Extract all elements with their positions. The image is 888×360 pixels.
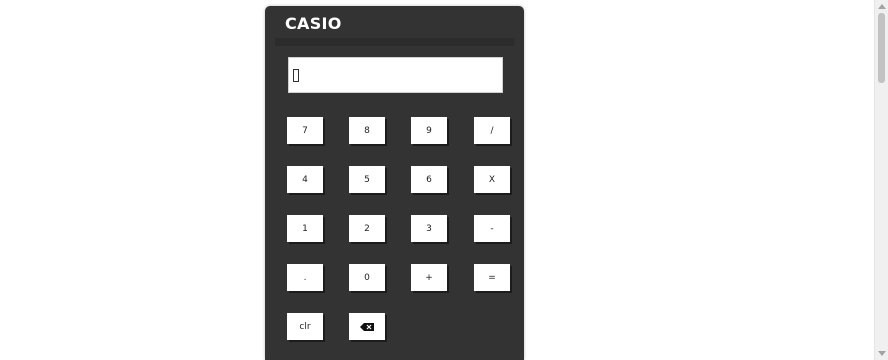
backspace-button[interactable] xyxy=(349,313,385,340)
clear-button[interactable]: clr xyxy=(287,313,323,340)
key-0[interactable]: 0 xyxy=(349,264,385,291)
key-7[interactable]: 7 xyxy=(287,117,323,144)
key-6[interactable]: 6 xyxy=(411,166,447,193)
page: CASIO 7 8 9 / 4 5 6 X 1 2 3 - . 0 + = cl… xyxy=(0,0,888,360)
vertical-scrollbar[interactable] xyxy=(874,0,888,360)
brand-strip xyxy=(275,38,514,46)
key-divide[interactable]: / xyxy=(474,117,510,144)
key-9[interactable]: 9 xyxy=(411,117,447,144)
key-4[interactable]: 4 xyxy=(287,166,323,193)
backspace-icon xyxy=(360,322,374,331)
key-multiply[interactable]: X xyxy=(474,166,510,193)
calculator: CASIO 7 8 9 / 4 5 6 X 1 2 3 - . 0 + = cl… xyxy=(265,6,524,360)
key-8[interactable]: 8 xyxy=(349,117,385,144)
key-5[interactable]: 5 xyxy=(349,166,385,193)
brand-logo: CASIO xyxy=(285,14,342,33)
key-3[interactable]: 3 xyxy=(411,215,447,242)
text-cursor-icon xyxy=(293,68,299,82)
key-equals[interactable]: = xyxy=(474,264,510,291)
calculator-display[interactable] xyxy=(288,57,503,93)
scroll-down-arrow-icon[interactable] xyxy=(878,351,886,356)
key-minus[interactable]: - xyxy=(474,215,510,242)
scroll-up-arrow-icon[interactable] xyxy=(878,4,886,9)
scrollbar-thumb[interactable] xyxy=(878,13,885,83)
key-plus[interactable]: + xyxy=(411,264,447,291)
key-dot[interactable]: . xyxy=(287,264,323,291)
key-2[interactable]: 2 xyxy=(349,215,385,242)
key-1[interactable]: 1 xyxy=(287,215,323,242)
